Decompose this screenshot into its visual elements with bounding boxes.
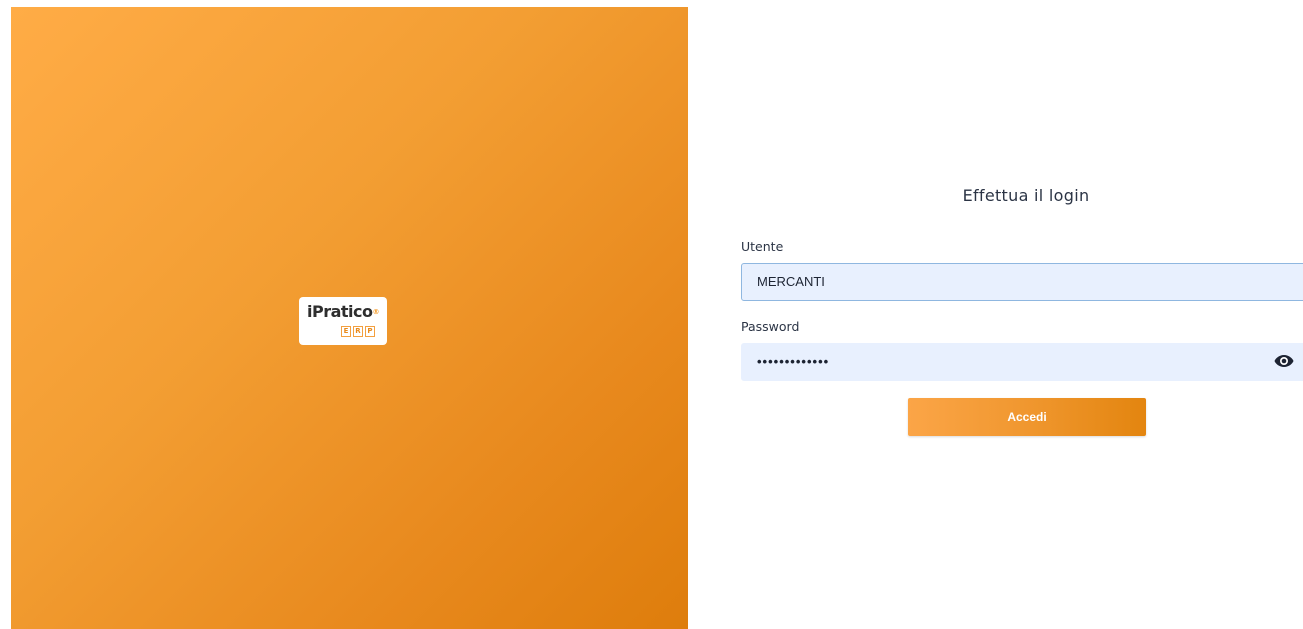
logo-erp-subtitle: E R P xyxy=(341,326,375,337)
logo-letter: E xyxy=(341,326,351,337)
logo-letter: P xyxy=(365,326,375,337)
password-label: Password xyxy=(741,319,800,334)
logo-name: iPratico xyxy=(306,302,373,321)
password-input[interactable]: ••••••••••••• xyxy=(741,343,1303,381)
logo-registered-mark: ® xyxy=(372,308,380,316)
username-label: Utente xyxy=(741,239,784,254)
logo-letter: R xyxy=(353,326,363,337)
brand-panel: iPratico® E R P xyxy=(11,7,688,629)
username-input[interactable]: MERCANTI xyxy=(741,263,1303,301)
login-title: Effettua il login xyxy=(962,186,1090,205)
login-button[interactable]: Accedi xyxy=(908,398,1146,436)
eye-icon[interactable] xyxy=(1274,353,1294,369)
app-logo: iPratico® E R P xyxy=(299,297,387,345)
login-page: iPratico® E R P Effettua il login Utente… xyxy=(0,0,1303,629)
logo-wordmark: iPratico® xyxy=(299,303,387,321)
